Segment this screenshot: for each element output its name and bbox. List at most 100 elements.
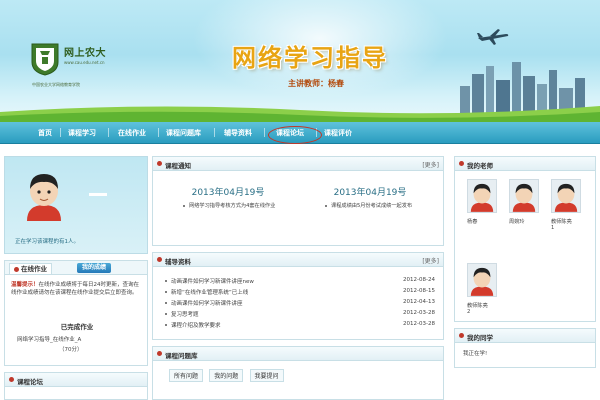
learners-count: 正在学习该课程的有1人。 <box>15 239 80 245</box>
tab-online-homework[interactable]: 在线作业 <box>9 263 52 274</box>
list-item[interactable]: 动画课件如何学习新课件讲座new 2012-08-24 <box>165 277 435 285</box>
panel-title: 我的同学 <box>467 334 493 342</box>
bullet-icon <box>459 333 464 338</box>
teacher-card[interactable]: 周婉玲 <box>509 179 539 233</box>
completed-item[interactable]: 网络学习指导_在线作业_A <box>17 335 81 343</box>
item-date: 2012-03-28 <box>403 321 435 327</box>
list-item[interactable]: 复习思考题 2012-03-28 <box>165 310 435 318</box>
grass-decoration <box>0 106 600 122</box>
completed-score: （70分） <box>59 347 83 353</box>
notice-date: 2013年04月19号 <box>333 188 407 198</box>
university-emblem-icon <box>31 43 59 76</box>
completed-heading: 已完成作业 <box>60 323 94 331</box>
airplane-icon <box>477 29 509 45</box>
teachers-panel: 我的老师 杨春 周婉玲 教师陈亮 1 教师陈亮 2 <box>454 156 596 322</box>
middle-column: 课程通知 [更多] 2013年04月19号 网络学习指导考核方式为4套在线作业 … <box>152 150 444 400</box>
tab-label: 在线作业 <box>21 265 47 273</box>
nav-course-study[interactable]: 课程学习 <box>68 128 96 138</box>
notice-date: 2013年04月19号 <box>191 188 265 198</box>
teacher-name: 杨春 <box>467 219 478 225</box>
forum-panel: 课程论坛 <box>4 372 148 400</box>
list-item[interactable]: 动画课件如何学习新课件讲座 2012-04-13 <box>165 299 435 307</box>
my-scores-button[interactable]: 我的成绩 <box>77 263 112 273</box>
logo-url: www.cau.edu.net.cn <box>64 60 105 65</box>
nav-materials[interactable]: 辅导资料 <box>224 128 252 138</box>
page-title: 网络学习指导 <box>232 44 388 72</box>
teacher-avatar <box>467 179 497 213</box>
instructor-label: 主讲教师：杨春 <box>288 79 344 88</box>
header-banner: 网上农大 www.cau.edu.net.cn 中国农业大学网络教育学院 网络学… <box>0 0 600 122</box>
logo-subtitle: 中国农业大学网络教育学院 <box>32 82 80 87</box>
bullet-icon <box>165 324 167 326</box>
panel-header: 我的同学 <box>455 329 595 343</box>
logo-title: 网上农大 <box>64 48 106 59</box>
bullet-icon <box>165 302 167 304</box>
nav-question-bank[interactable]: 课程问题库 <box>166 128 201 138</box>
homework-panel: 在线作业 我的成绩 温馨提示！在线作业成绩将于每日24时更新，查询在线作业成绩请… <box>4 260 148 366</box>
avatar[interactable] <box>23 169 65 221</box>
teacher-card[interactable]: 教师陈亮 1 <box>551 179 581 233</box>
panel-header: 课程通知 [更多] <box>153 157 443 171</box>
teacher-note: 2 <box>467 309 471 315</box>
item-title: 复习思考题 <box>171 312 199 318</box>
bullet-icon <box>165 291 167 293</box>
nav-separator <box>108 128 109 137</box>
warning-label: 温馨提示！ <box>11 282 39 288</box>
tab-ask-question[interactable]: 我要提问 <box>249 369 284 382</box>
item-date: 2012-08-24 <box>403 277 435 283</box>
nav-home[interactable]: 首页 <box>38 128 52 138</box>
teacher-name: 周婉玲 <box>509 219 525 225</box>
teacher-name: 教师陈亮 2 <box>467 303 503 315</box>
panel-header: 课程问题库 <box>153 347 443 361</box>
bullet-icon <box>157 257 162 262</box>
item-title: 动画课件如何学习新课件讲座 <box>171 301 243 307</box>
teacher-note: 1 <box>551 225 555 231</box>
item-date: 2012-08-15 <box>403 288 435 294</box>
teacher-avatar <box>509 179 539 213</box>
nav-online-homework[interactable]: 在线作业 <box>118 128 146 138</box>
bullet-icon <box>165 313 167 315</box>
panel-title: 辅导资料 <box>165 258 191 266</box>
tab-my-questions[interactable]: 我的问题 <box>209 369 244 382</box>
nav-evaluation[interactable]: 课程评价 <box>324 128 352 138</box>
notice-text: 网络学习指导考核方式为4套在线作业 <box>189 203 276 209</box>
teacher-card[interactable]: 教师陈亮 2 <box>467 263 497 317</box>
tab-all-questions[interactable]: 所有问题 <box>169 369 204 382</box>
homework-notice: 温馨提示！在线作业成绩将于每日24时更新，查询在线作业成绩请勿在该课程在线作业提… <box>11 281 143 297</box>
bullet-icon <box>165 280 167 282</box>
username-placeholder <box>89 193 107 196</box>
left-column: 正在学习该课程的有1人。 在线作业 我的成绩 温馨提示！在线作业成绩将于每日24… <box>4 150 148 400</box>
classmates-panel: 我的同学 我正在学! <box>454 328 596 368</box>
teacher-name: 教师陈亮 1 <box>551 219 587 231</box>
list-item[interactable]: 新增“在线作业管理系统”已上线 2012-08-15 <box>165 288 435 296</box>
profile-panel: 正在学习该课程的有1人。 <box>4 156 148 254</box>
notice-card[interactable]: 2013年04月19号 课程成绩由5月份考试成绩一起发布 <box>305 181 435 237</box>
panel-header: 我的老师 <box>455 157 595 171</box>
notice-card[interactable]: 2013年04月19号 网络学习指导考核方式为4套在线作业 <box>163 181 293 237</box>
teacher-card[interactable]: 杨春 <box>467 179 497 233</box>
notice-text: 课程成绩由5月份考试成绩一起发布 <box>331 203 413 209</box>
list-item[interactable]: 课程介绍及教学要求 2012-03-28 <box>165 321 435 329</box>
panel-title: 课程通知 <box>165 162 191 170</box>
more-link[interactable]: [更多] <box>422 256 439 265</box>
panel-title: 我的老师 <box>467 162 493 170</box>
right-column: 我的老师 杨春 周婉玲 教师陈亮 1 教师陈亮 2 我的同学 我正在学! <box>454 150 596 400</box>
panel-header: 辅导资料 [更多] <box>153 253 443 267</box>
item-title: 动画课件如何学习新课件讲座new <box>171 279 254 285</box>
item-title: 新增“在线作业管理系统”已上线 <box>171 290 249 296</box>
panel-header: 课程论坛 <box>5 373 147 387</box>
teacher-avatar <box>551 179 581 213</box>
item-date: 2012-03-28 <box>403 310 435 316</box>
nav-separator <box>60 128 61 137</box>
item-date: 2012-04-13 <box>403 299 435 305</box>
more-link[interactable]: [更多] <box>422 160 439 169</box>
bullet-icon <box>157 351 162 356</box>
bullet-icon <box>14 266 19 272</box>
item-title: 课程介绍及教学要求 <box>171 323 221 329</box>
materials-panel: 辅导资料 [更多] 动画课件如何学习新课件讲座new 2012-08-24 新增“… <box>152 252 444 340</box>
teacher-avatar <box>467 263 497 297</box>
panel-title: 课程论坛 <box>17 378 43 386</box>
forum-highlight-circle <box>268 126 322 144</box>
site-logo[interactable]: 网上农大 www.cau.edu.net.cn 中国农业大学网络教育学院 <box>30 38 110 108</box>
classmates-status: 我正在学! <box>463 351 488 357</box>
